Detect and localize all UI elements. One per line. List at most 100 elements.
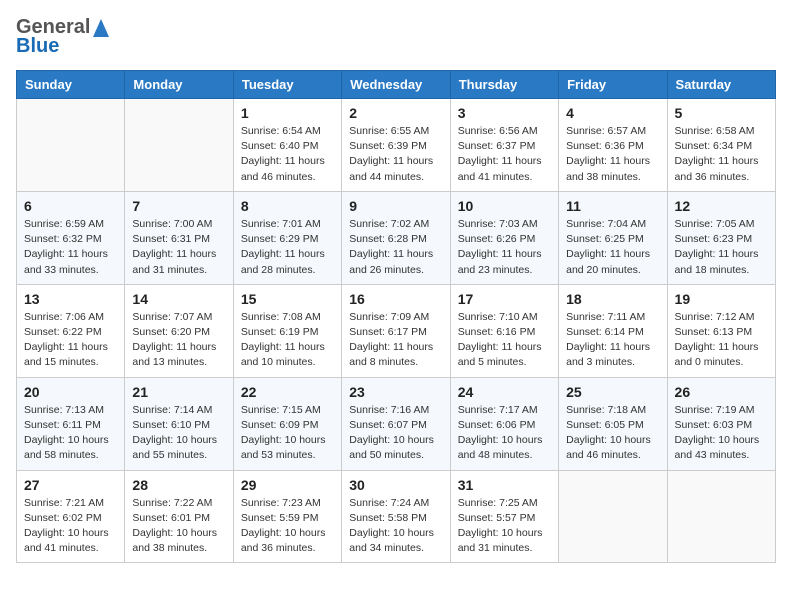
day-number: 12: [675, 198, 768, 214]
calendar-cell: [125, 99, 233, 192]
weekday-header: Sunday: [17, 71, 125, 99]
weekday-header: Friday: [559, 71, 667, 99]
day-number: 30: [349, 477, 442, 493]
calendar-week-row: 1 Sunrise: 6:54 AM Sunset: 6:40 PM Daylig…: [17, 99, 776, 192]
calendar-cell: 25 Sunrise: 7:18 AM Sunset: 6:05 PM Dayli…: [559, 377, 667, 470]
day-info: Sunrise: 6:55 AM Sunset: 6:39 PM Dayligh…: [349, 124, 442, 185]
calendar-cell: [17, 99, 125, 192]
weekday-header: Wednesday: [342, 71, 450, 99]
day-number: 20: [24, 384, 117, 400]
calendar-table: SundayMondayTuesdayWednesdayThursdayFrid…: [16, 70, 776, 563]
calendar-cell: 29 Sunrise: 7:23 AM Sunset: 5:59 PM Dayli…: [233, 470, 341, 563]
calendar-cell: 2 Sunrise: 6:55 AM Sunset: 6:39 PM Daylig…: [342, 99, 450, 192]
day-number: 3: [458, 105, 551, 121]
day-number: 26: [675, 384, 768, 400]
day-info: Sunrise: 7:23 AM Sunset: 5:59 PM Dayligh…: [241, 496, 334, 557]
day-info: Sunrise: 7:16 AM Sunset: 6:07 PM Dayligh…: [349, 403, 442, 464]
day-number: 28: [132, 477, 225, 493]
day-info: Sunrise: 6:57 AM Sunset: 6:36 PM Dayligh…: [566, 124, 659, 185]
day-info: Sunrise: 6:54 AM Sunset: 6:40 PM Dayligh…: [241, 124, 334, 185]
calendar-cell: 21Sunrise: 7:14 AM Sunset: 6:10 PM Dayli…: [125, 377, 233, 470]
day-number: 10: [458, 198, 551, 214]
calendar-cell: 10 Sunrise: 7:03 AM Sunset: 6:26 PM Dayli…: [450, 191, 558, 284]
day-number: 13: [24, 291, 117, 307]
calendar-cell: 6 Sunrise: 6:59 AM Sunset: 6:32 PM Daylig…: [17, 191, 125, 284]
day-info: Sunrise: 6:58 AM Sunset: 6:34 PM Dayligh…: [675, 124, 768, 185]
calendar-cell: 19Sunrise: 7:12 AM Sunset: 6:13 PM Dayli…: [667, 284, 775, 377]
day-info: Sunrise: 7:02 AM Sunset: 6:28 PM Dayligh…: [349, 217, 442, 278]
calendar-cell: 9 Sunrise: 7:02 AM Sunset: 6:28 PM Daylig…: [342, 191, 450, 284]
calendar-cell: 8 Sunrise: 7:01 AM Sunset: 6:29 PM Daylig…: [233, 191, 341, 284]
day-number: 25: [566, 384, 659, 400]
calendar-cell: 14 Sunrise: 7:07 AM Sunset: 6:20 PM Dayli…: [125, 284, 233, 377]
day-number: 23: [349, 384, 442, 400]
day-number: 4: [566, 105, 659, 121]
day-info: Sunrise: 7:09 AM Sunset: 6:17 PM Dayligh…: [349, 310, 442, 371]
day-number: 7: [132, 198, 225, 214]
day-info: Sunrise: 7:18 AM Sunset: 6:05 PM Dayligh…: [566, 403, 659, 464]
weekday-header: Tuesday: [233, 71, 341, 99]
calendar-cell: [667, 470, 775, 563]
calendar-cell: 28 Sunrise: 7:22 AM Sunset: 6:01 PM Dayli…: [125, 470, 233, 563]
day-info: Sunrise: 7:12 AM Sunset: 6:13 PM Dayligh…: [675, 310, 768, 371]
day-number: 14: [132, 291, 225, 307]
day-info: Sunrise: 7:22 AM Sunset: 6:01 PM Dayligh…: [132, 496, 225, 557]
calendar-week-row: 27 Sunrise: 7:21 AM Sunset: 6:02 PM Dayli…: [17, 470, 776, 563]
calendar-cell: 30 Sunrise: 7:24 AM Sunset: 5:58 PM Dayli…: [342, 470, 450, 563]
calendar-cell: 22Sunrise: 7:15 AM Sunset: 6:09 PM Dayli…: [233, 377, 341, 470]
day-number: 16: [349, 291, 442, 307]
day-number: 1: [241, 105, 334, 121]
day-number: 8: [241, 198, 334, 214]
calendar-cell: 5 Sunrise: 6:58 AM Sunset: 6:34 PM Daylig…: [667, 99, 775, 192]
weekday-header: Monday: [125, 71, 233, 99]
day-info: Sunrise: 7:15 AM Sunset: 6:09 PM Dayligh…: [241, 403, 334, 464]
day-info: Sunrise: 7:00 AM Sunset: 6:31 PM Dayligh…: [132, 217, 225, 278]
calendar-cell: [559, 470, 667, 563]
day-number: 15: [241, 291, 334, 307]
calendar-cell: 23 Sunrise: 7:16 AM Sunset: 6:07 PM Dayli…: [342, 377, 450, 470]
day-info: Sunrise: 7:24 AM Sunset: 5:58 PM Dayligh…: [349, 496, 442, 557]
calendar-cell: 17 Sunrise: 7:10 AM Sunset: 6:16 PM Dayli…: [450, 284, 558, 377]
calendar-cell: 13 Sunrise: 7:06 AM Sunset: 6:22 PM Dayli…: [17, 284, 125, 377]
day-info: Sunrise: 6:59 AM Sunset: 6:32 PM Dayligh…: [24, 217, 117, 278]
day-number: 27: [24, 477, 117, 493]
day-info: Sunrise: 7:25 AM Sunset: 5:57 PM Dayligh…: [458, 496, 551, 557]
calendar-cell: 16 Sunrise: 7:09 AM Sunset: 6:17 PM Dayli…: [342, 284, 450, 377]
calendar-cell: 27 Sunrise: 7:21 AM Sunset: 6:02 PM Dayli…: [17, 470, 125, 563]
calendar-cell: 1 Sunrise: 6:54 AM Sunset: 6:40 PM Daylig…: [233, 99, 341, 192]
logo: General Blue: [16, 16, 110, 58]
calendar-week-row: 6 Sunrise: 6:59 AM Sunset: 6:32 PM Daylig…: [17, 191, 776, 284]
day-info: Sunrise: 6:56 AM Sunset: 6:37 PM Dayligh…: [458, 124, 551, 185]
calendar-cell: 7 Sunrise: 7:00 AM Sunset: 6:31 PM Daylig…: [125, 191, 233, 284]
day-number: 2: [349, 105, 442, 121]
calendar-cell: 11Sunrise: 7:04 AM Sunset: 6:25 PM Dayli…: [559, 191, 667, 284]
day-info: Sunrise: 7:04 AM Sunset: 6:25 PM Dayligh…: [566, 217, 659, 278]
day-info: Sunrise: 7:21 AM Sunset: 6:02 PM Dayligh…: [24, 496, 117, 557]
day-info: Sunrise: 7:11 AM Sunset: 6:14 PM Dayligh…: [566, 310, 659, 371]
calendar-cell: 4 Sunrise: 6:57 AM Sunset: 6:36 PM Daylig…: [559, 99, 667, 192]
calendar-week-row: 20 Sunrise: 7:13 AM Sunset: 6:11 PM Dayli…: [17, 377, 776, 470]
day-info: Sunrise: 7:06 AM Sunset: 6:22 PM Dayligh…: [24, 310, 117, 371]
weekday-header: Saturday: [667, 71, 775, 99]
day-info: Sunrise: 7:05 AM Sunset: 6:23 PM Dayligh…: [675, 217, 768, 278]
day-number: 24: [458, 384, 551, 400]
day-info: Sunrise: 7:03 AM Sunset: 6:26 PM Dayligh…: [458, 217, 551, 278]
calendar-cell: 20 Sunrise: 7:13 AM Sunset: 6:11 PM Dayli…: [17, 377, 125, 470]
day-info: Sunrise: 7:10 AM Sunset: 6:16 PM Dayligh…: [458, 310, 551, 371]
day-number: 9: [349, 198, 442, 214]
weekday-header-row: SundayMondayTuesdayWednesdayThursdayFrid…: [17, 71, 776, 99]
day-number: 5: [675, 105, 768, 121]
weekday-header: Thursday: [450, 71, 558, 99]
day-number: 6: [24, 198, 117, 214]
day-info: Sunrise: 7:14 AM Sunset: 6:10 PM Dayligh…: [132, 403, 225, 464]
day-info: Sunrise: 7:13 AM Sunset: 6:11 PM Dayligh…: [24, 403, 117, 464]
day-info: Sunrise: 7:17 AM Sunset: 6:06 PM Dayligh…: [458, 403, 551, 464]
day-info: Sunrise: 7:19 AM Sunset: 6:03 PM Dayligh…: [675, 403, 768, 464]
day-info: Sunrise: 7:08 AM Sunset: 6:19 PM Dayligh…: [241, 310, 334, 371]
day-number: 17: [458, 291, 551, 307]
day-number: 29: [241, 477, 334, 493]
day-info: Sunrise: 7:01 AM Sunset: 6:29 PM Dayligh…: [241, 217, 334, 278]
logo-blue-part: Blue: [16, 35, 59, 57]
logo-triangle-icon: [92, 17, 110, 39]
day-info: Sunrise: 7:07 AM Sunset: 6:20 PM Dayligh…: [132, 310, 225, 371]
